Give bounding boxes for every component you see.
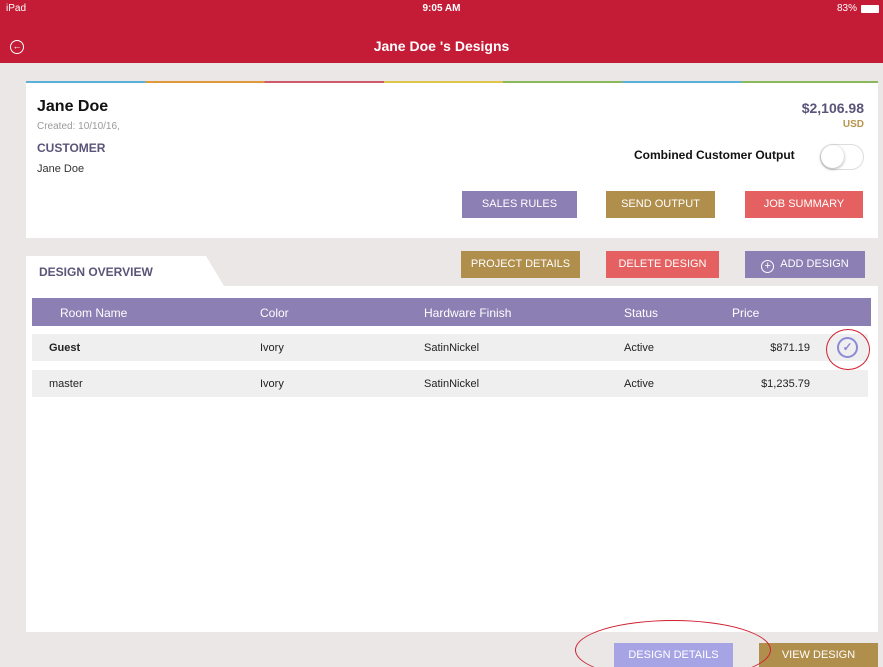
cell-price: $1,235.79: [761, 378, 810, 390]
status-time: 9:05 AM: [422, 3, 461, 14]
job-summary-button[interactable]: JOB SUMMARY: [745, 191, 863, 218]
delete-design-button[interactable]: DELETE DESIGN: [606, 251, 719, 278]
page-title: Jane Doe 's Designs: [373, 38, 510, 54]
view-design-button[interactable]: VIEW DESIGN: [759, 643, 878, 667]
tab-design-overview-label: DESIGN OVERVIEW: [39, 265, 153, 279]
cell-price: $871.19: [770, 342, 810, 354]
cell-hardware: SatinNickel: [424, 378, 480, 390]
customer-name: Jane Doe: [37, 163, 85, 175]
design-overview-panel: Room Name Color Hardware Finish Status P…: [26, 286, 878, 632]
col-hardware-finish: Hardware Finish: [424, 306, 512, 320]
col-price: Price: [732, 306, 760, 320]
cell-color: Ivory: [260, 378, 284, 390]
customer-card: Jane Doe Created: 10/10/16, CUSTOMER Jan…: [26, 81, 878, 238]
send-output-button[interactable]: SEND OUTPUT: [606, 191, 715, 218]
table-row[interactable]: master Ivory SatinNickel Active $1,235.7…: [32, 370, 868, 397]
col-status: Status: [624, 306, 659, 320]
app-header: iPad 9:05 AM 83% ← Jane Doe 's Designs: [0, 0, 883, 63]
add-design-button[interactable]: + ADD DESIGN: [745, 251, 865, 278]
plus-circle-icon: +: [761, 260, 775, 273]
tab-design-overview[interactable]: DESIGN OVERVIEW: [26, 256, 224, 286]
color-strip: [26, 81, 878, 83]
battery-status: 83%: [837, 3, 879, 14]
col-room-name: Room Name: [60, 306, 128, 320]
combined-output-label: Combined Customer Output: [634, 148, 795, 162]
cell-room: master: [49, 378, 83, 390]
battery-icon: [861, 4, 879, 13]
cell-room: Guest: [49, 342, 81, 354]
customer-name-title: Jane Doe: [37, 98, 109, 115]
sales-rules-button[interactable]: SALES RULES: [462, 191, 577, 218]
cell-status: Active: [624, 342, 654, 354]
customer-heading: CUSTOMER: [37, 141, 106, 155]
total-price: $2,106.98: [801, 100, 864, 116]
table-header: Room Name Color Hardware Finish Status P…: [32, 298, 871, 326]
annotation-ring: [826, 329, 870, 370]
cell-hardware: SatinNickel: [424, 342, 480, 354]
cell-status: Active: [624, 378, 654, 390]
table-row[interactable]: Guest Ivory SatinNickel Active $871.19 ✓: [32, 334, 868, 361]
project-details-button[interactable]: PROJECT DETAILS: [461, 251, 580, 278]
battery-percent: 83%: [836, 3, 857, 14]
combined-output-toggle[interactable]: [820, 144, 864, 170]
cell-color: Ivory: [260, 342, 284, 354]
add-design-label: ADD DESIGN: [780, 258, 849, 270]
created-date: Created: 10/10/16,: [37, 121, 120, 132]
currency-label: USD: [842, 119, 864, 130]
toggle-knob: [821, 145, 844, 168]
col-color: Color: [260, 306, 289, 320]
